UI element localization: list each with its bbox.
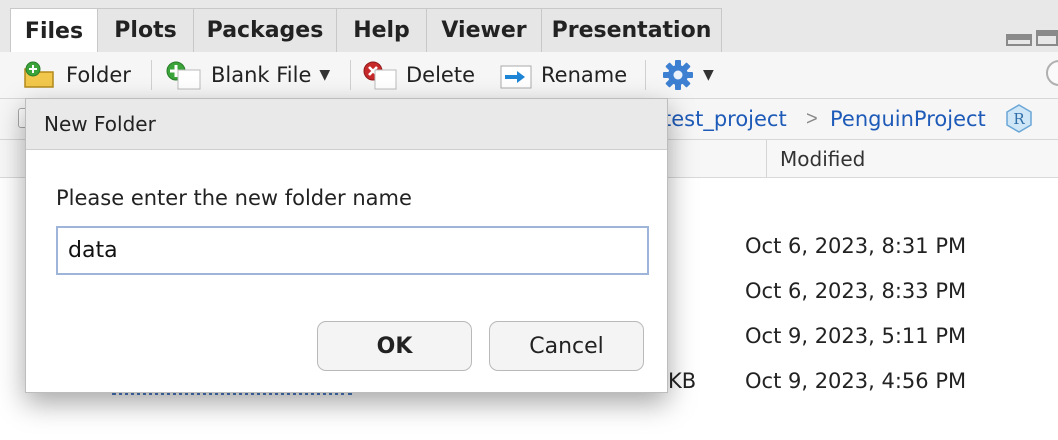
toolbar-divider [151,60,152,90]
chevron-down-icon: ▼ [319,67,331,83]
new-blank-file-label: Blank File [211,63,312,87]
tab-plots[interactable]: Plots [97,8,194,52]
dialog-title: New Folder [26,99,667,150]
folder-plus-icon [24,61,54,88]
breadcrumb-link-penguinproject[interactable]: PenguinProject [830,99,986,139]
cancel-button-label: Cancel [529,333,604,359]
tab-help-label: Help [353,18,410,43]
table-row-modified: Oct 6, 2023, 8:31 PM [745,234,967,258]
column-header-modified-label: Modified [780,146,866,171]
pane-tab-bar: Files Plots Packages Help Viewer Present… [0,0,1058,53]
more-options-button[interactable]: ▼ [661,52,714,98]
tab-files[interactable]: Files [10,8,98,53]
tab-viewer[interactable]: Viewer [426,8,542,52]
delete-label: Delete [406,63,475,87]
breadcrumb-link-label: test_project [663,107,787,131]
add-circle-icon [166,61,201,90]
rename-button[interactable]: Rename [499,52,627,98]
delete-button[interactable]: Delete [362,52,475,98]
maximize-pane-button[interactable] [1036,30,1058,46]
toolbar-divider [645,60,646,90]
column-divider[interactable] [766,140,767,177]
files-toolbar: Folder Blank File ▼ Delete Rename ▼ [0,52,1058,99]
breadcrumb-separator: > [806,107,818,130]
tab-plots-label: Plots [114,18,177,43]
rename-label: Rename [541,63,628,87]
table-row-modified: Oct 6, 2023, 8:33 PM [745,279,967,303]
table-row-modified: Oct 9, 2023, 5:11 PM [745,324,967,348]
tab-files-label: Files [24,18,84,44]
gear-icon [663,60,693,90]
tab-presentation[interactable]: Presentation [541,8,722,52]
chevron-down-icon: ▼ [703,67,714,83]
table-row-size: KB [668,369,697,393]
delete-circle-icon [363,61,397,90]
new-folder-button[interactable]: Folder [22,52,131,98]
breadcrumb-link-test-project[interactable]: test_project [663,99,787,139]
tab-packages-label: Packages [206,18,324,43]
tab-packages[interactable]: Packages [193,8,337,52]
table-row-modified: Oct 9, 2023, 4:56 PM [745,369,967,393]
cancel-button[interactable]: Cancel [489,321,644,371]
tab-presentation-label: Presentation [551,18,712,43]
toolbar-divider [350,60,351,90]
column-header-modified[interactable]: Modified [780,140,865,177]
ok-button[interactable]: OK [317,321,472,371]
r-project-badge: R [1013,110,1025,128]
rename-icon [500,65,532,89]
ok-button-label: OK [376,333,413,359]
tab-viewer-label: Viewer [441,18,527,43]
dialog-prompt: Please enter the new folder name [56,186,412,210]
breadcrumb-link-label: PenguinProject [830,107,986,131]
new-folder-dialog: New Folder Please enter the new folder n… [25,98,668,393]
new-folder-label: Folder [66,63,131,87]
folder-name-input[interactable] [56,226,649,275]
new-blank-file-button[interactable]: Blank File ▼ [165,52,330,98]
tab-help[interactable]: Help [336,8,427,52]
minimize-pane-button[interactable] [1006,34,1032,46]
r-project-icon: R [1006,104,1032,133]
